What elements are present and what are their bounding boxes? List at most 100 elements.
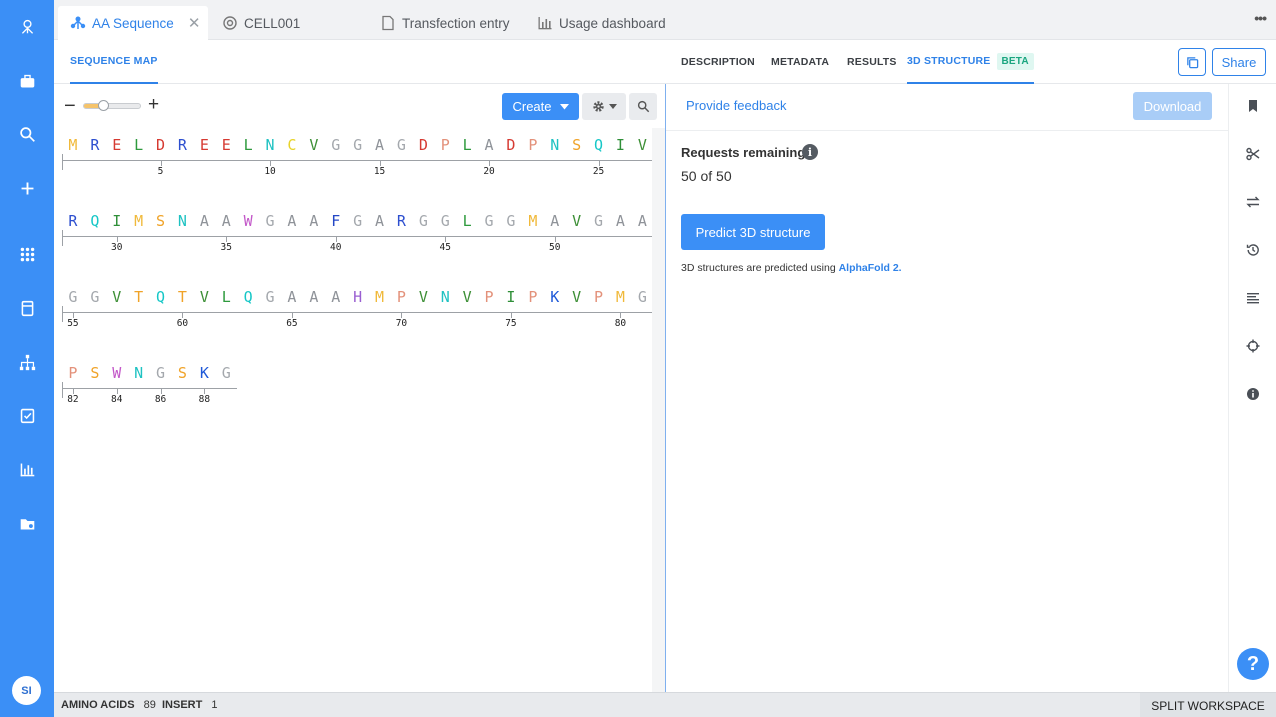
tab-cell001[interactable]: CELL001 — [222, 6, 300, 40]
amino-acid-residue[interactable]: G — [631, 288, 653, 306]
scissors-icon[interactable] — [1229, 144, 1276, 164]
amino-acid-residue[interactable]: S — [566, 136, 588, 154]
amino-acid-residue[interactable]: P — [391, 288, 413, 306]
briefcase-icon[interactable] — [0, 69, 54, 93]
search-icon[interactable] — [0, 122, 54, 146]
amino-acid-residue[interactable]: A — [215, 212, 237, 230]
amino-acid-residue[interactable]: Q — [588, 136, 610, 154]
copy-button[interactable] — [1178, 48, 1206, 76]
amino-acid-residue[interactable]: A — [478, 136, 500, 154]
text-align-icon[interactable] — [1229, 288, 1276, 308]
amino-acid-residue[interactable]: H — [347, 288, 369, 306]
grid-icon[interactable] — [0, 242, 54, 266]
amino-acid-residue[interactable]: M — [369, 288, 391, 306]
amino-acid-residue[interactable]: A — [369, 212, 391, 230]
amino-acid-residue[interactable]: K — [193, 364, 215, 382]
sequence-scrollbar[interactable] — [652, 128, 665, 692]
amino-acid-residue[interactable]: M — [128, 212, 150, 230]
amino-acid-residue[interactable]: P — [62, 364, 84, 382]
amino-acid-residue[interactable]: D — [150, 136, 172, 154]
target-icon[interactable] — [1229, 336, 1276, 356]
checklist-icon[interactable] — [0, 403, 54, 427]
amino-acid-residue[interactable]: F — [325, 212, 347, 230]
provide-feedback-link[interactable]: Provide feedback — [686, 98, 786, 113]
amino-acid-residue[interactable]: G — [325, 136, 347, 154]
amino-acid-residue[interactable]: L — [237, 136, 259, 154]
amino-acid-residue[interactable]: A — [303, 212, 325, 230]
amino-acid-residue[interactable]: C — [281, 136, 303, 154]
amino-acid-residue[interactable]: A — [544, 212, 566, 230]
amino-acid-residue[interactable]: V — [106, 288, 128, 306]
amino-acid-residue[interactable]: W — [237, 212, 259, 230]
zoom-slider[interactable] — [83, 103, 141, 109]
tab-3d-structure[interactable]: 3D STRUCTURE BETA — [907, 40, 1034, 84]
amino-acid-residue[interactable]: I — [610, 136, 632, 154]
amino-acid-residue[interactable]: Q — [84, 212, 106, 230]
amino-acid-residue[interactable]: I — [106, 212, 128, 230]
more-options-icon[interactable]: ••• — [1254, 10, 1267, 26]
amino-acid-residue[interactable]: T — [128, 288, 150, 306]
amino-acid-residue[interactable]: G — [150, 364, 172, 382]
amino-acid-residue[interactable]: Q — [150, 288, 172, 306]
amino-acid-residue[interactable]: R — [62, 212, 84, 230]
amino-acid-residue[interactable]: A — [610, 212, 632, 230]
amino-acid-residue[interactable]: T — [172, 288, 194, 306]
zoom-out-icon[interactable]: − — [64, 96, 76, 116]
predict-3d-structure-button[interactable]: Predict 3D structure — [681, 214, 825, 250]
amino-acid-residue[interactable]: A — [281, 212, 303, 230]
amino-acid-residue[interactable]: R — [172, 136, 194, 154]
logo-icon[interactable] — [0, 14, 54, 38]
amino-acid-residue[interactable]: E — [106, 136, 128, 154]
info-icon[interactable]: i — [802, 144, 818, 160]
user-avatar[interactable]: SI — [12, 676, 41, 705]
tab-transfection-entry[interactable]: Transfection entry — [380, 6, 510, 40]
amino-acid-residue[interactable]: M — [610, 288, 632, 306]
amino-acid-residue[interactable]: M — [62, 136, 84, 154]
amino-acid-residue[interactable]: V — [456, 288, 478, 306]
amino-acid-residue[interactable]: P — [588, 288, 610, 306]
download-button[interactable]: Download — [1133, 92, 1212, 120]
split-workspace-button[interactable]: SPLIT WORKSPACE — [1140, 693, 1276, 717]
amino-acid-residue[interactable]: R — [84, 136, 106, 154]
amino-acid-residue[interactable]: A — [369, 136, 391, 154]
amino-acid-residue[interactable]: G — [84, 288, 106, 306]
amino-acid-residue[interactable]: K — [544, 288, 566, 306]
amino-acid-residue[interactable]: A — [303, 288, 325, 306]
plus-icon[interactable] — [0, 176, 54, 200]
sequence-row[interactable]: R Q I M S N A A W G A A F G A R G G L G G M A V G A A 30 35 40 45 50 — [62, 212, 654, 253]
share-button[interactable]: Share — [1212, 48, 1266, 76]
amino-acid-residue[interactable]: A — [281, 288, 303, 306]
amino-acid-residue[interactable]: N — [172, 212, 194, 230]
folder-icon[interactable] — [0, 511, 54, 535]
amino-acid-residue[interactable]: Q — [237, 288, 259, 306]
tab-usage-dashboard[interactable]: Usage dashboard — [537, 6, 666, 40]
amino-acid-residue[interactable]: N — [434, 288, 456, 306]
amino-acid-residue[interactable]: N — [544, 136, 566, 154]
sequence-row[interactable]: M R E L D R E E L N C V G G A G D P L A D P N S Q I V 5 10 15 20 25 — [62, 136, 654, 177]
zoom-in-icon[interactable]: + — [148, 95, 159, 114]
tab-sequence-map[interactable]: SEQUENCE MAP — [70, 40, 158, 84]
notebook-icon[interactable] — [0, 296, 54, 320]
amino-acid-residue[interactable]: A — [325, 288, 347, 306]
amino-acid-residue[interactable]: V — [566, 288, 588, 306]
amino-acid-residue[interactable]: P — [522, 136, 544, 154]
bar-chart-icon[interactable] — [0, 457, 54, 481]
amino-acid-residue[interactable]: V — [566, 212, 588, 230]
amino-acid-residue[interactable]: G — [259, 212, 281, 230]
amino-acid-residue[interactable]: L — [456, 136, 478, 154]
amino-acid-residue[interactable]: P — [522, 288, 544, 306]
amino-acid-residue[interactable]: L — [128, 136, 150, 154]
swap-icon[interactable] — [1229, 192, 1276, 212]
zoom-slider-handle[interactable] — [98, 100, 109, 111]
amino-acid-residue[interactable]: G — [478, 212, 500, 230]
amino-acid-residue[interactable]: G — [391, 136, 413, 154]
amino-acid-residue[interactable]: G — [412, 212, 434, 230]
amino-acid-residue[interactable]: G — [259, 288, 281, 306]
amino-acid-residue[interactable]: N — [259, 136, 281, 154]
history-icon[interactable] — [1229, 240, 1276, 260]
amino-acid-residue[interactable]: S — [150, 212, 172, 230]
alphafold-link[interactable]: AlphaFold 2 — [839, 262, 899, 274]
tab-metadata[interactable]: METADATA — [771, 40, 829, 84]
bookmark-icon[interactable] — [1229, 96, 1276, 116]
amino-acid-residue[interactable]: E — [215, 136, 237, 154]
